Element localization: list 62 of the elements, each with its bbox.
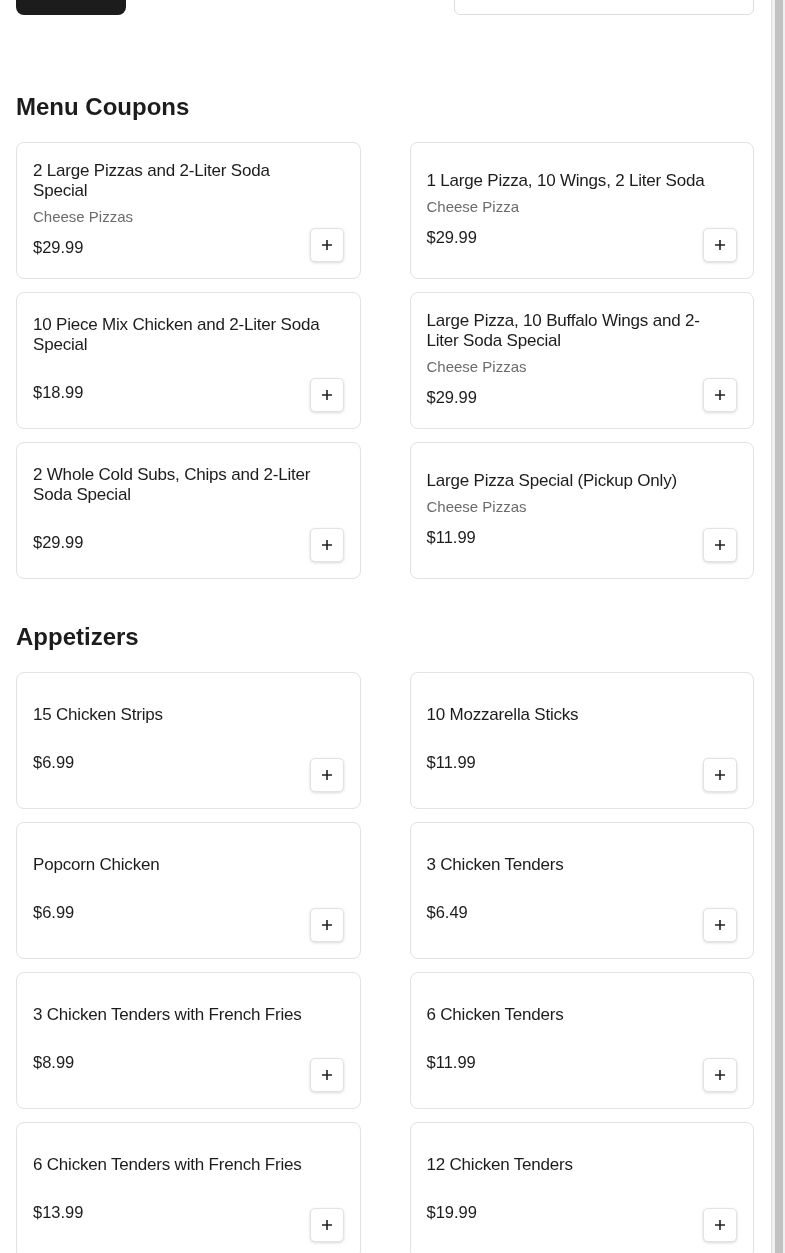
plus-icon [715, 539, 725, 550]
item-name: Popcorn Chicken [33, 854, 161, 875]
item-price: $11.99 [426, 526, 476, 548]
item-category: Cheese Pizzas [426, 357, 528, 378]
item-name: 2 Whole Cold Subs, Chips and 2-Liter Soda Special [33, 465, 312, 505]
plus-icon [715, 1219, 725, 1230]
item-name: 1 Large Pizza, 10 Wings, 2 Liter Soda [426, 170, 706, 191]
add-button[interactable] [703, 1057, 737, 1092]
item-price: $29.99 [426, 226, 477, 248]
add-button[interactable] [703, 757, 737, 792]
item-price: $11.99 [426, 752, 476, 774]
plus-icon [321, 769, 332, 780]
add-button[interactable] [703, 527, 737, 562]
add-button[interactable] [309, 227, 344, 262]
item-name: 10 Piece Mix Chicken and 2-Liter Soda Special [33, 315, 321, 355]
item-name: 3 Chicken Tenders with French Fries [33, 1004, 303, 1025]
plus-icon [715, 1069, 725, 1080]
plus-icon [321, 1069, 332, 1080]
add-button[interactable] [703, 1207, 737, 1242]
item-name: 6 Chicken Tenders [426, 1004, 565, 1025]
item-category: Cheese Pizza [426, 197, 521, 218]
item-price: $6.49 [426, 902, 468, 924]
add-button[interactable] [309, 907, 344, 942]
item-name: Large Pizza, 10 Buffalo Wings and 2-Liter Soda Special [426, 311, 701, 351]
item-name: 6 Chicken Tenders with French Fries [33, 1154, 303, 1175]
item-category: Cheese Pizzas [426, 497, 528, 518]
item-price: $11.99 [426, 1052, 476, 1074]
add-button[interactable] [309, 1057, 344, 1092]
add-button[interactable] [309, 757, 344, 792]
add-button[interactable] [703, 377, 737, 412]
plus-icon [715, 239, 725, 250]
item-name: Large Pizza Special (Pickup Only) [426, 470, 678, 491]
item-price: $29.99 [426, 386, 477, 408]
item-category: Cheese Pizzas [33, 207, 135, 228]
plus-icon [715, 389, 725, 400]
plus-icon [715, 769, 725, 780]
add-button[interactable] [309, 527, 344, 562]
plus-icon [321, 239, 332, 250]
item-price: $13.99 [33, 1202, 84, 1224]
add-button[interactable] [703, 227, 737, 262]
section-heading: Menu Coupons [16, 93, 191, 122]
item-price: $18.99 [33, 382, 84, 404]
item-price: $8.99 [33, 1052, 75, 1074]
item-name: 12 Chicken Tenders [426, 1154, 574, 1175]
item-price: $29.99 [33, 532, 84, 554]
plus-icon [321, 389, 332, 400]
item-price: $29.99 [33, 236, 84, 258]
plus-icon [321, 539, 332, 550]
section-heading: Appetizers [16, 622, 140, 652]
plus-icon [715, 919, 725, 930]
item-price: $6.99 [33, 902, 75, 924]
item-price: $19.99 [426, 1202, 477, 1224]
add-button[interactable] [309, 377, 344, 412]
item-name: 2 Large Pizzas and 2-Liter Soda Special [33, 161, 271, 201]
item-name: 3 Chicken Tenders [426, 854, 565, 875]
add-button[interactable] [703, 907, 737, 942]
add-button[interactable] [309, 1207, 344, 1242]
item-name: 10 Mozzarella Sticks [426, 704, 580, 725]
item-name: 15 Chicken Strips [33, 704, 164, 725]
item-price: $6.99 [33, 752, 75, 774]
plus-icon [321, 1219, 332, 1230]
plus-icon [321, 919, 332, 930]
